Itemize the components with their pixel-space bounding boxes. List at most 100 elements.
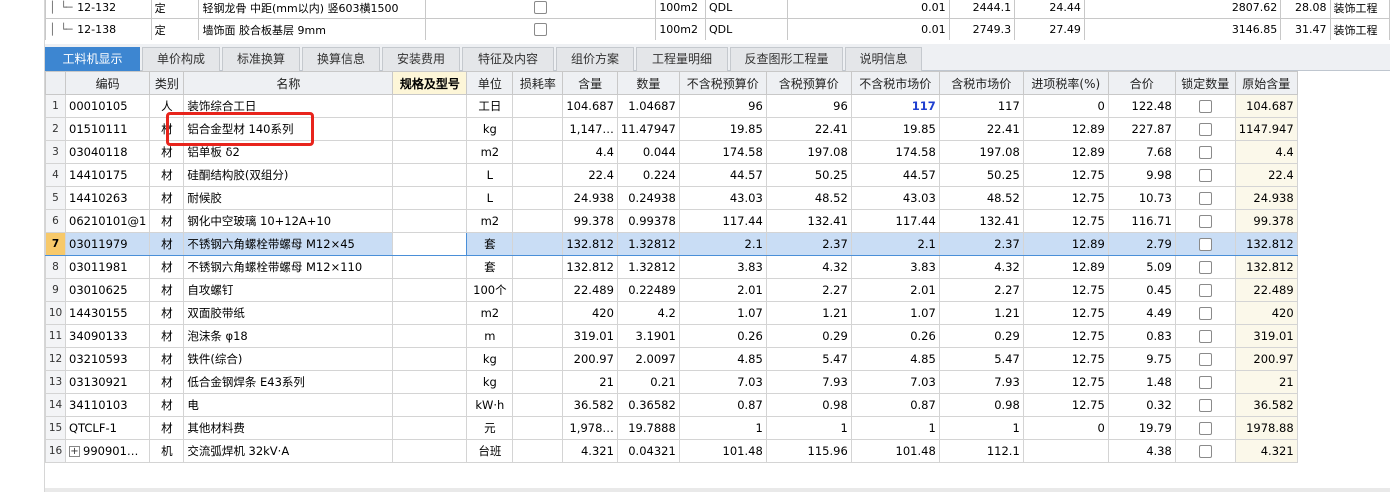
- cell-mp-in[interactable]: 1.21: [938, 301, 1024, 325]
- cell-content[interactable]: 22.489: [562, 278, 618, 302]
- table-row[interactable]: 15 QTCLF-1 材其他材料费元 1,978… 19.7888 1 1 1 1 0 19.79 1…: [45, 416, 1298, 440]
- column-header-category[interactable]: 类别: [149, 71, 185, 95]
- cell-tax[interactable]: 12.75: [1022, 393, 1109, 417]
- cell-tax[interactable]: 12.89: [1022, 140, 1109, 164]
- cell-tax[interactable]: [1022, 439, 1109, 463]
- quota-row[interactable]: │ └─ 12-138 定墙饰面 胶合板基层 9mm 100m2 QDL 0.01 274…: [45, 18, 1390, 40]
- cell-mp-in[interactable]: 0.29: [938, 324, 1024, 348]
- cell-mp-in[interactable]: 0.98: [938, 393, 1024, 417]
- cell-mp-in[interactable]: 50.25: [938, 163, 1024, 187]
- cell-tax[interactable]: 12.89: [1022, 232, 1109, 256]
- expand-icon[interactable]: +: [69, 446, 80, 457]
- cell-qty[interactable]: 1.32812: [616, 255, 680, 279]
- cell-name[interactable]: 铝单板 δ2: [183, 140, 394, 164]
- cell-qty[interactable]: 1.32812: [616, 232, 680, 256]
- lock-quantity-checkbox[interactable]: [1198, 399, 1212, 412]
- lock-quantity-checkbox[interactable]: [1198, 330, 1212, 343]
- cell-spec[interactable]: [392, 163, 468, 187]
- cell-content[interactable]: 200.97: [562, 347, 618, 371]
- cell-tax[interactable]: 12.75: [1022, 301, 1109, 325]
- checkbox[interactable]: [534, 1, 548, 15]
- cell-mp-ex[interactable]: 2.01: [850, 278, 940, 302]
- column-header-quantity[interactable]: 数量: [616, 71, 680, 95]
- cell-tax[interactable]: 12.75: [1022, 324, 1109, 348]
- tab-7[interactable]: 组价方案: [556, 47, 634, 71]
- cell-qty[interactable]: 0.044: [616, 140, 680, 164]
- cell-content[interactable]: 99.378: [562, 209, 618, 233]
- cell-qty[interactable]: 0.24938: [616, 186, 680, 210]
- cell-tax[interactable]: 12.75: [1022, 186, 1109, 210]
- column-header-name[interactable]: 名称: [183, 71, 394, 95]
- cell-content[interactable]: 24.938: [562, 186, 618, 210]
- cell-qty[interactable]: 4.2: [616, 301, 680, 325]
- column-header-input-tax-rate[interactable]: 进项税率(%): [1022, 71, 1109, 95]
- tab-2[interactable]: 单价构成: [142, 47, 220, 71]
- cell-qty[interactable]: 0.21: [616, 370, 680, 394]
- cell-spec[interactable]: [392, 209, 468, 233]
- column-header-loss-rate[interactable]: 损耗率: [512, 71, 564, 95]
- cell-name[interactable]: 硅酮结构胶(双组分): [183, 163, 394, 187]
- cell-content[interactable]: 1,978…: [562, 416, 618, 440]
- cell-spec[interactable]: [392, 232, 468, 256]
- column-header-budget-price-inc-tax[interactable]: 含税预算价: [765, 71, 852, 95]
- column-header-code[interactable]: 编码: [64, 71, 151, 95]
- table-row[interactable]: 6 06210101@1 材钢化中空玻璃 10+12A+10 m2 99.378 0.99…: [45, 209, 1298, 233]
- column-header-market-price-inc-tax[interactable]: 含税市场价: [938, 71, 1024, 95]
- cell-spec[interactable]: [392, 255, 468, 279]
- cell-tax[interactable]: 12.75: [1022, 278, 1109, 302]
- cell-content[interactable]: 319.01: [562, 324, 618, 348]
- cell-mp-ex[interactable]: 7.03: [850, 370, 940, 394]
- cell-mp-in[interactable]: 197.08: [938, 140, 1024, 164]
- tab-9[interactable]: 反查图形工程量: [730, 47, 843, 71]
- cell-mp-in[interactable]: 117: [938, 94, 1024, 118]
- cell-qty[interactable]: 0.36582: [616, 393, 680, 417]
- cell-mp-ex[interactable]: 2.1: [850, 232, 940, 256]
- cell-tax[interactable]: 12.75: [1022, 347, 1109, 371]
- cell-code[interactable]: +990901…: [64, 439, 151, 463]
- table-row[interactable]: 3 03040118 材铝单板 δ2 m2 4.4 0.044 174.58 197.08 17…: [45, 140, 1298, 164]
- cell-tax[interactable]: 12.75: [1022, 209, 1109, 233]
- lock-quantity-checkbox[interactable]: [1198, 100, 1212, 113]
- cell-tax[interactable]: 12.89: [1022, 117, 1109, 141]
- cell-content[interactable]: 132.812: [562, 255, 618, 279]
- cell-mp-ex[interactable]: 19.85: [850, 117, 940, 141]
- cell-mp-in[interactable]: 132.41: [938, 209, 1024, 233]
- table-row[interactable]: 9 03010625 材自攻螺钉 100个 22.489 0.22489 2.01 2.27 2…: [45, 278, 1298, 302]
- cell-name[interactable]: 铁件(综合): [183, 347, 394, 371]
- cell-mp-in[interactable]: 2.37: [938, 232, 1024, 256]
- table-row[interactable]: 2 01510111 材铝合金型材 140系列 kg 1,147… 11.47947 19.…: [45, 117, 1298, 141]
- cell-qty[interactable]: 3.1901: [616, 324, 680, 348]
- tab-6[interactable]: 特征及内容: [462, 47, 554, 71]
- bottom-scrollbar[interactable]: [45, 488, 1390, 492]
- cell-content[interactable]: 36.582: [562, 393, 618, 417]
- tab-4[interactable]: 换算信息: [302, 47, 380, 71]
- cell-mp-in[interactable]: 22.41: [938, 117, 1024, 141]
- cell-mp-ex[interactable]: 174.58: [850, 140, 940, 164]
- cell-spec[interactable]: [392, 439, 468, 463]
- cell-content[interactable]: 104.687: [562, 94, 618, 118]
- cell-spec[interactable]: [392, 370, 468, 394]
- column-header-content[interactable]: 含量: [562, 71, 618, 95]
- cell-name[interactable]: 低合金钢焊条 E43系列: [183, 370, 394, 394]
- cell-content[interactable]: 1,147…: [562, 117, 618, 141]
- column-header-budget-price-ex-tax[interactable]: 不含税预算价: [678, 71, 767, 95]
- cell-content[interactable]: 22.4: [562, 163, 618, 187]
- cell-qty[interactable]: 0.04321: [616, 439, 680, 463]
- cell-mp-ex[interactable]: 44.57: [850, 163, 940, 187]
- cell-mp-ex[interactable]: 0.87: [850, 393, 940, 417]
- cell-name[interactable]: 自攻螺钉: [183, 278, 394, 302]
- cell-name[interactable]: 钢化中空玻璃 10+12A+10: [183, 209, 394, 233]
- cell-qty[interactable]: 0.22489: [616, 278, 680, 302]
- cell-tax[interactable]: 0: [1022, 416, 1109, 440]
- tab-8[interactable]: 工程量明细: [636, 47, 728, 71]
- cell-qty[interactable]: 1.04687: [616, 94, 680, 118]
- lock-quantity-checkbox[interactable]: [1198, 192, 1212, 205]
- cell-qty[interactable]: 19.7888: [616, 416, 680, 440]
- cell-spec[interactable]: [392, 140, 468, 164]
- table-row[interactable]: 5 14410263 材耐候胶 L 24.938 0.24938 43.03 48.52 43.…: [45, 186, 1298, 210]
- cell-spec[interactable]: [392, 393, 468, 417]
- column-header-unit[interactable]: 单位: [466, 71, 514, 95]
- cell-mp-ex[interactable]: 0.26: [850, 324, 940, 348]
- cell-mp-in[interactable]: 5.47: [938, 347, 1024, 371]
- cell-content[interactable]: 4.321: [562, 439, 618, 463]
